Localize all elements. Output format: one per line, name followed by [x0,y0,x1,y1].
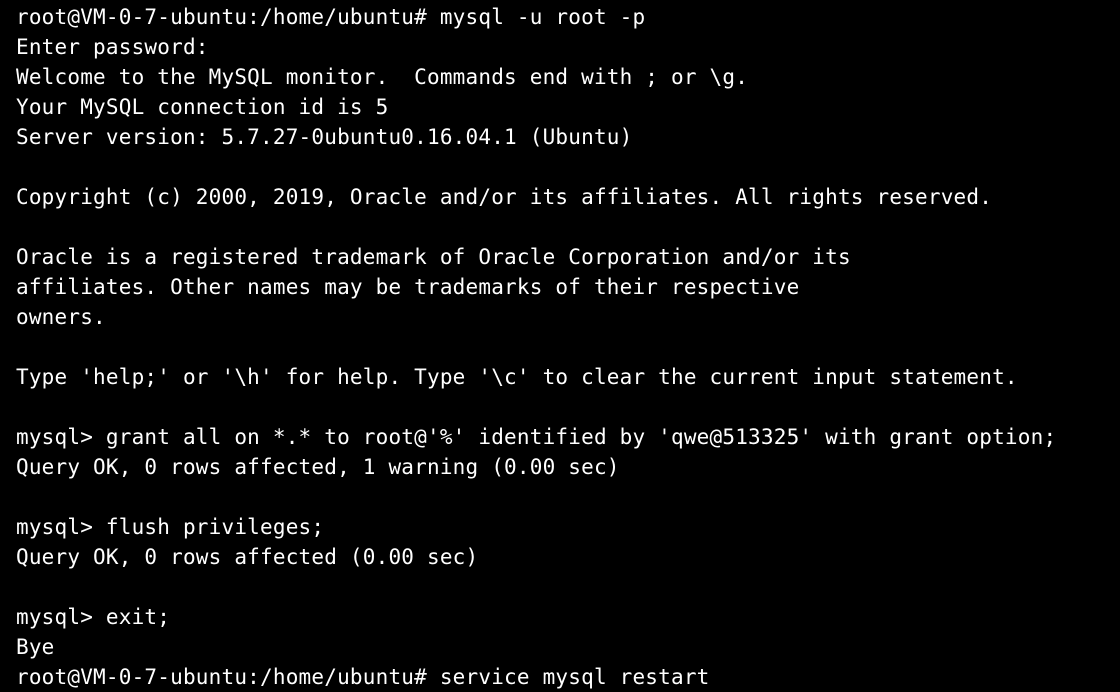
terminal-line-welcome: Welcome to the MySQL monitor. Commands e… [16,65,749,89]
terminal-line-shell-prompt-mysql-login: root@VM-0-7-ubuntu:/home/ubuntu# mysql -… [16,5,646,29]
terminal-window[interactable]: root@VM-0-7-ubuntu:/home/ubuntu# mysql -… [0,0,1120,692]
terminal-line-trademark-2: affiliates. Other names may be trademark… [16,275,800,299]
terminal-line-grant-result: Query OK, 0 rows affected, 1 warning (0.… [16,455,620,479]
terminal-line-grant-command: mysql> grant all on *.* to root@'%' iden… [16,425,1057,449]
terminal-line-flush-command: mysql> flush privileges; [16,515,325,539]
terminal-line-password-prompt: Enter password: [16,35,209,59]
terminal-line-server-version: Server version: 5.7.27-0ubuntu0.16.04.1 … [16,125,633,149]
terminal-line-flush-result: Query OK, 0 rows affected (0.00 sec) [16,545,479,569]
terminal-line-connection-id: Your MySQL connection id is 5 [16,95,389,119]
terminal-line-restart-command[interactable]: root@VM-0-7-ubuntu:/home/ubuntu# service… [16,662,1120,692]
terminal-line-bye: Bye [16,635,55,659]
terminal-line-copyright: Copyright (c) 2000, 2019, Oracle and/or … [16,185,993,209]
terminal-line-trademark-3: owners. [16,305,106,329]
terminal-line-exit-command: mysql> exit; [16,605,171,629]
terminal-line-help-hint: Type 'help;' or '\h' for help. Type '\c'… [16,365,1018,389]
terminal-line-trademark-1: Oracle is a registered trademark of Orac… [16,245,851,269]
